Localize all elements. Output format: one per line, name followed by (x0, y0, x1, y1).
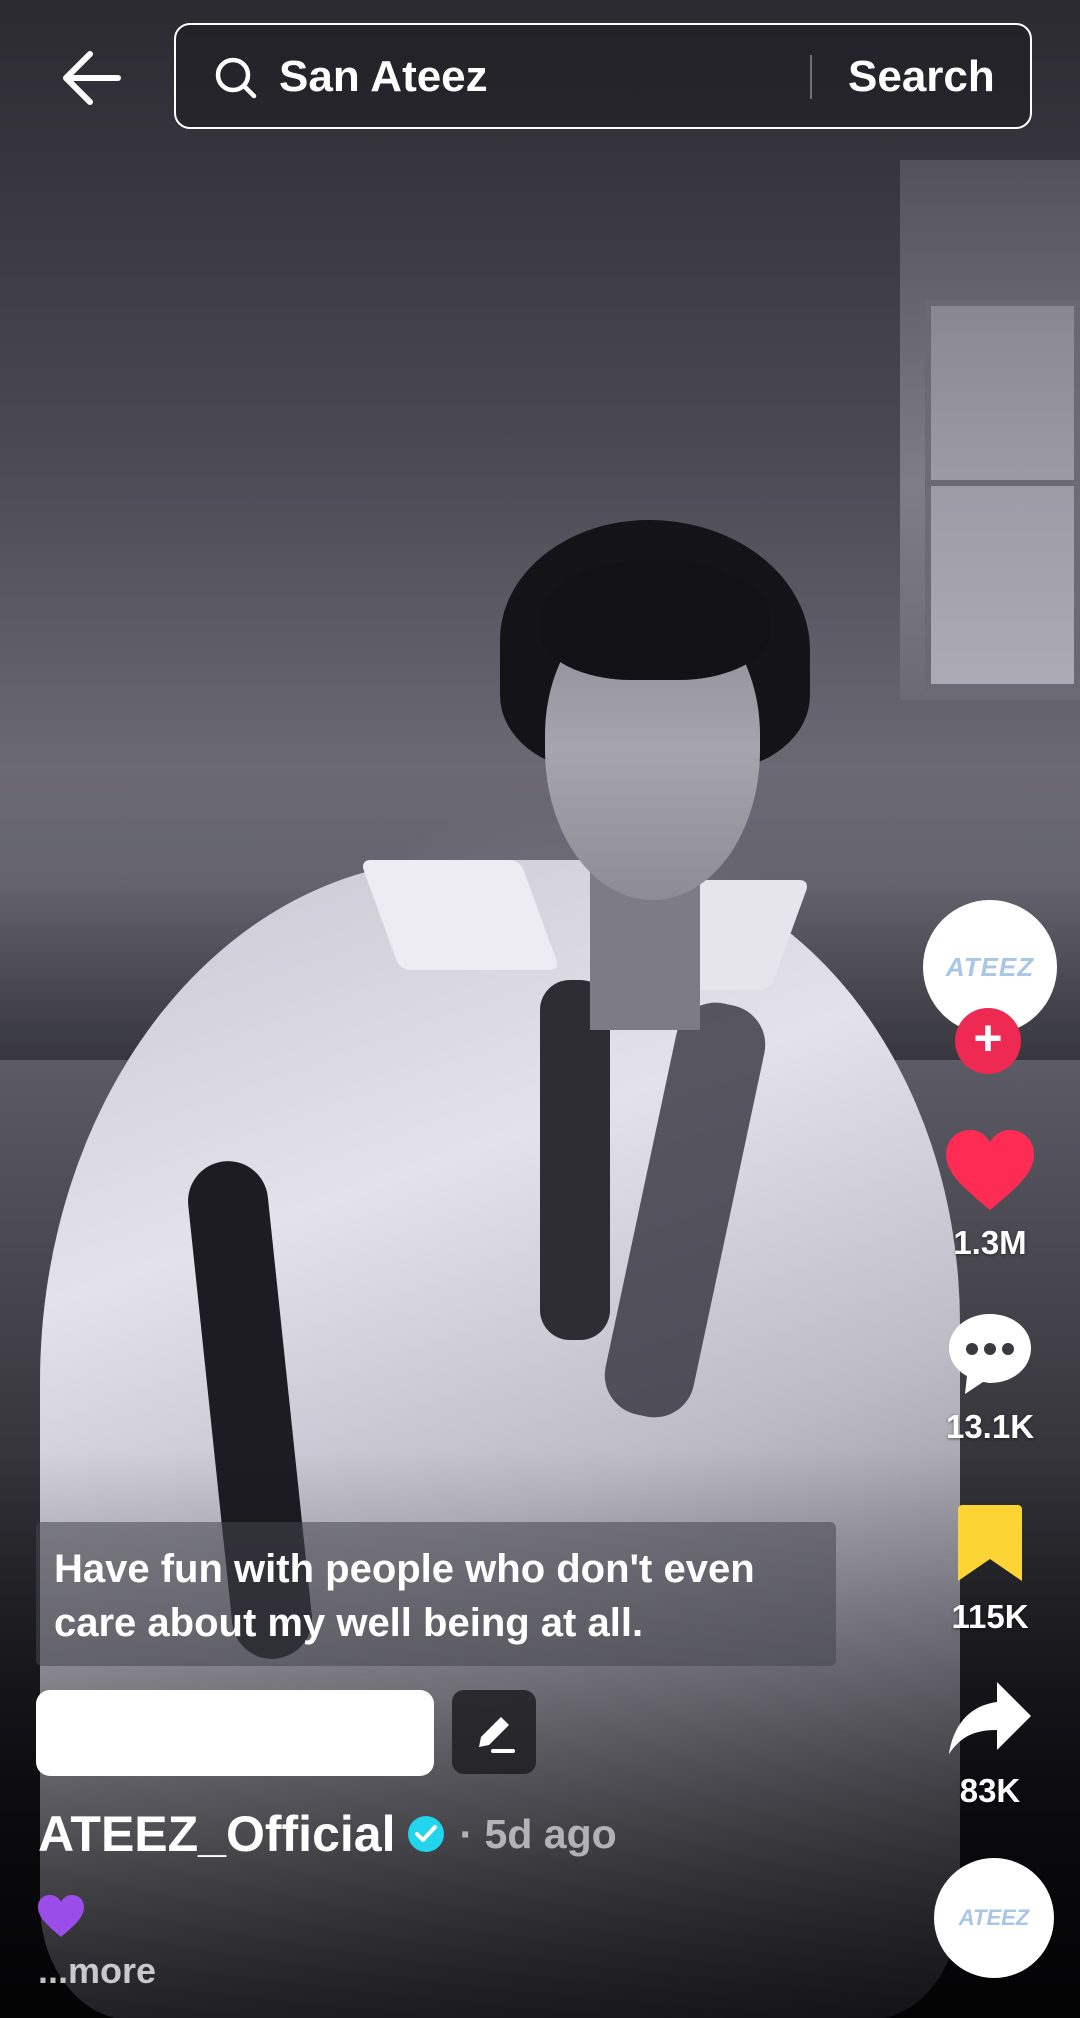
save-action[interactable]: 115K (928, 1494, 1052, 1636)
edit-pencil-icon (479, 1717, 515, 1753)
author-row: ATEEZ_Official · 5d ago (38, 1802, 617, 1866)
back-button[interactable] (56, 44, 128, 112)
edit-button[interactable] (452, 1690, 536, 1774)
avatar-logo: ATEEZ (945, 951, 1035, 982)
search-divider (810, 55, 812, 99)
subject-fringe (540, 560, 770, 680)
background-window-bar (925, 480, 1080, 486)
comment-count: 13.1K (945, 1408, 1035, 1445)
save-count: 115K (951, 1598, 1029, 1635)
search-button[interactable]: Search (848, 51, 995, 103)
sound-disc[interactable]: ATEEZ (934, 1858, 1054, 1978)
purple-heart-icon (38, 1895, 84, 1937)
comment-action[interactable]: 13.1K (928, 1304, 1052, 1446)
post-time: · 5d ago (459, 1810, 617, 1857)
bookmark-icon (958, 1505, 1022, 1581)
share-icon (949, 1682, 1031, 1754)
author-name[interactable]: ATEEZ_Official (38, 1805, 395, 1863)
comment-icon (949, 1314, 1031, 1394)
caption-more-link[interactable]: ...more (38, 1950, 156, 1992)
like-action[interactable]: 1.3M (928, 1120, 1052, 1262)
back-arrow-icon (63, 51, 121, 105)
like-count: 1.3M (953, 1224, 1027, 1261)
share-action[interactable]: 83K (928, 1668, 1052, 1810)
background-window (925, 300, 1080, 690)
sound-disc-logo: ATEEZ (958, 1905, 1030, 1930)
verified-badge-icon (408, 1816, 445, 1852)
search-input[interactable]: San Ateez (279, 51, 488, 103)
search-icon (215, 57, 257, 99)
video-text-overlay: Have fun with people who don't even care… (36, 1522, 836, 1666)
subject-tie (540, 980, 610, 1340)
share-count: 83K (959, 1772, 1021, 1809)
redacted-label (36, 1690, 434, 1776)
search-bar[interactable]: San Ateez Search (174, 23, 1032, 129)
heart-icon (946, 1130, 1034, 1210)
follow-button[interactable]: + (955, 1008, 1021, 1074)
